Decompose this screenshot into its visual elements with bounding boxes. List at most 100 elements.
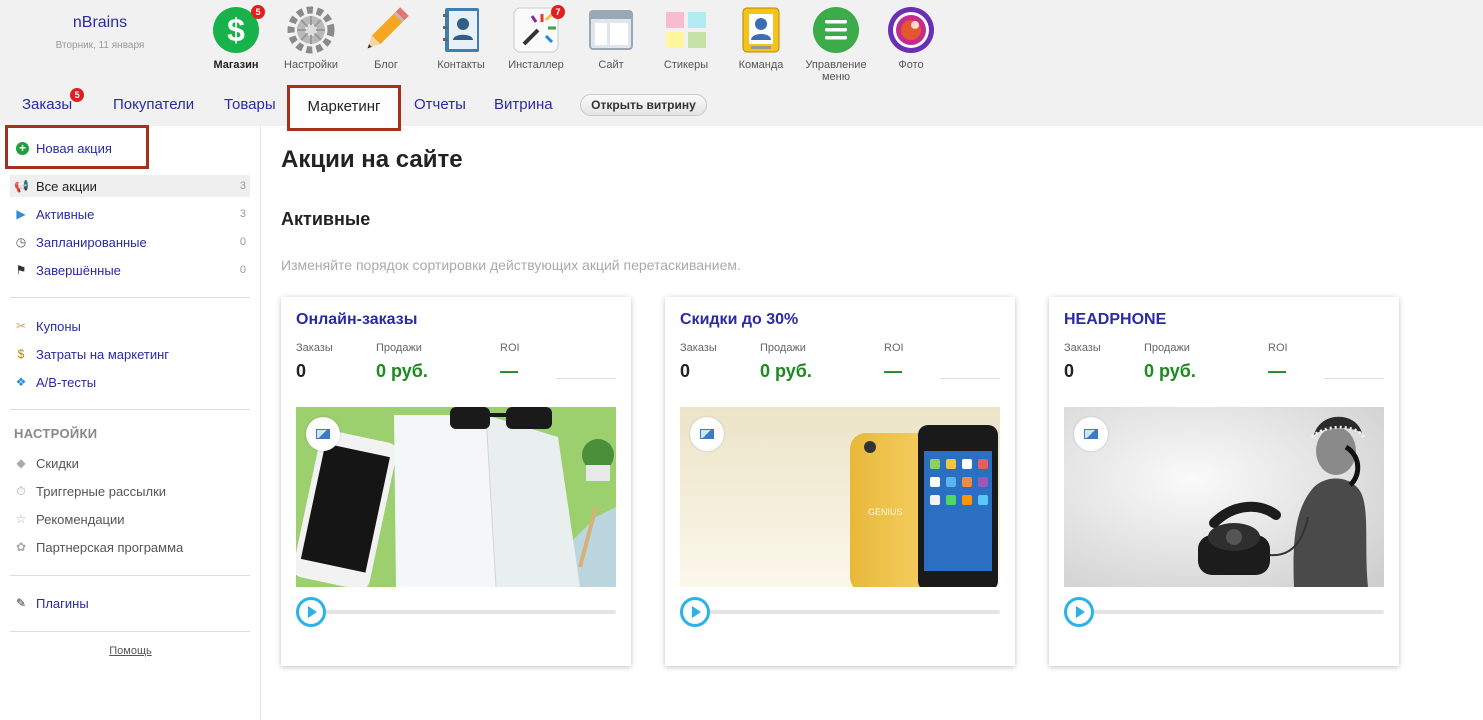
image-upload-button[interactable] xyxy=(690,417,724,451)
promo-card[interactable]: HEADPHONE Заказы Продажи ROI 0 0 руб. — xyxy=(1049,297,1399,666)
app-label: Настройки xyxy=(284,59,338,71)
sidebar-item-finished[interactable]: ⚑ Завершённые 0 xyxy=(10,259,250,281)
page-title: Акции на сайте xyxy=(281,146,463,173)
sidebar-item-scheduled[interactable]: ◷ Запланированные 0 xyxy=(10,231,250,253)
sidebar-item-recommendations[interactable]: ☆ Рекомендации xyxy=(10,508,250,530)
play-icon: ▶ xyxy=(16,207,26,221)
image-icon xyxy=(316,429,330,439)
metric-label-roi: ROI xyxy=(1268,342,1288,354)
tab-marketing[interactable]: Маркетинг xyxy=(287,85,401,131)
tag-icon: ◆ xyxy=(16,456,26,470)
app-settings[interactable]: Настройки xyxy=(273,6,349,71)
app-label: Инсталлер xyxy=(508,59,564,71)
coupon-icon: ✂ xyxy=(15,319,27,333)
tab-reports[interactable]: Отчеты xyxy=(414,96,466,113)
divider xyxy=(10,297,250,298)
app-label: Фото xyxy=(898,59,924,71)
sidebar-item-affiliate[interactable]: ✿ Партнерская программа xyxy=(10,536,250,558)
open-showcase-button[interactable]: Открыть витрину xyxy=(580,94,707,116)
sort-hint: Изменяйте порядок сортировки действующих… xyxy=(281,257,741,273)
sidebar-item-count: 0 xyxy=(239,264,246,276)
app-blog[interactable]: Блог xyxy=(348,6,424,71)
award-icon: ✿ xyxy=(15,540,27,554)
metric-orders-value: 0 xyxy=(296,361,307,381)
app-contacts[interactable]: Контакты xyxy=(423,6,499,71)
shop-badge: 5 xyxy=(251,5,265,19)
promo-card[interactable]: Онлайн-заказы Заказы Продажи ROI 0 0 руб… xyxy=(281,297,631,666)
promo-image xyxy=(1064,407,1384,587)
play-slider-handle[interactable] xyxy=(1064,597,1094,627)
menu-manage-icon xyxy=(812,6,860,54)
tab-customers[interactable]: Покупатели xyxy=(113,96,194,113)
app-stickers[interactable]: Стикеры xyxy=(648,6,724,71)
svg-text:GENIUS: GENIUS xyxy=(868,507,903,517)
divider xyxy=(10,409,250,410)
image-icon xyxy=(700,429,714,439)
play-slider-handle[interactable] xyxy=(296,597,326,627)
sidebar-item-count: 0 xyxy=(239,236,246,248)
finish-flag-icon: ⚑ xyxy=(15,263,27,277)
app-photo[interactable]: Фото xyxy=(873,6,949,71)
metric-label-roi: ROI xyxy=(500,342,520,354)
current-date: Вторник, 11 января xyxy=(55,40,145,51)
metric-label-roi: ROI xyxy=(884,342,904,354)
sidebar-item-label: Партнерская программа xyxy=(36,540,184,555)
roi-sparkline xyxy=(940,378,1000,379)
sidebar-item-count: 3 xyxy=(239,180,246,192)
metric-label-sales: Продажи xyxy=(376,342,422,354)
promo-card[interactable]: Скидки до 30% Заказы Продажи ROI 0 0 руб… xyxy=(665,297,1015,666)
metric-sales-value: 0 руб. xyxy=(760,361,812,381)
image-upload-button[interactable] xyxy=(306,417,340,451)
metric-sales-value: 0 руб. xyxy=(376,361,428,381)
app-site[interactable]: Сайт xyxy=(573,6,649,71)
metric-label-sales: Продажи xyxy=(760,342,806,354)
megaphone-icon: 📢 xyxy=(14,179,29,193)
app-label: Магазин xyxy=(213,59,259,71)
plugin-icon: ✎ xyxy=(15,596,27,610)
section-tabs: Заказы 5 Покупатели Товары Маркетинг Отч… xyxy=(0,85,1000,131)
tab-products[interactable]: Товары xyxy=(224,96,276,113)
promo-image: GENIUS xyxy=(680,407,1000,587)
progress-track xyxy=(1064,610,1384,614)
top-bar: nBrains Вторник, 11 января $ 5 Магазин Н… xyxy=(0,0,1483,131)
app-shop[interactable]: $ 5 Магазин xyxy=(198,5,274,71)
tab-showcase[interactable]: Витрина xyxy=(494,96,553,113)
sidebar-item-ab-tests[interactable]: ❖ A/B-тесты xyxy=(10,371,250,393)
sidebar-item-coupons[interactable]: ✂ Купоны xyxy=(10,315,250,337)
account-brand: nBrains Вторник, 11 января xyxy=(0,14,200,51)
progress-track xyxy=(680,610,1000,614)
play-slider-handle[interactable] xyxy=(680,597,710,627)
sidebar-item-active[interactable]: ▶ Активные 3 xyxy=(10,203,250,225)
metric-label-orders: Заказы xyxy=(296,342,333,354)
sidebar-item-all-promos[interactable]: 📢 Все акции 3 xyxy=(10,175,250,197)
promo-title[interactable]: HEADPHONE xyxy=(1064,311,1166,329)
metric-orders-value: 0 xyxy=(680,361,691,381)
app-team[interactable]: Команда xyxy=(723,6,799,71)
promo-title[interactable]: Скидки до 30% xyxy=(680,311,798,329)
orders-badge: 5 xyxy=(70,88,85,102)
sidebar-item-label: Завершённые xyxy=(36,263,121,278)
sidebar-item-label: Затраты на маркетинг xyxy=(36,347,170,362)
app-menu-manage[interactable]: Управление меню xyxy=(798,6,874,83)
app-installer[interactable]: 7 Инсталлер xyxy=(498,5,574,71)
installer-wand-icon: 7 xyxy=(512,5,565,54)
sidebar-item-discounts[interactable]: ◆ Скидки xyxy=(10,452,250,474)
stickers-icon xyxy=(662,6,710,54)
sidebar-item-label: Плагины xyxy=(36,596,89,611)
account-name[interactable]: nBrains xyxy=(0,14,200,32)
tab-orders[interactable]: Заказы 5 xyxy=(22,88,85,113)
metric-roi-value: — xyxy=(500,361,518,381)
blog-pencil-icon xyxy=(362,6,410,54)
promo-title[interactable]: Онлайн-заказы xyxy=(296,311,417,329)
sidebar-item-plugins[interactable]: ✎ Плагины xyxy=(10,592,250,614)
sidebar-item-trigger-mailings[interactable]: ⏱ Триггерные рассылки xyxy=(10,480,250,502)
sidebar-item-marketing-costs[interactable]: $ Затраты на маркетинг xyxy=(10,343,250,365)
new-promo-label: Новая акция xyxy=(36,141,112,156)
image-upload-button[interactable] xyxy=(1074,417,1108,451)
contacts-book-icon xyxy=(437,6,485,54)
sidebar-item-label: Купоны xyxy=(36,319,81,334)
sidebar-item-label: A/B-тесты xyxy=(36,375,97,390)
site-window-icon xyxy=(587,6,635,54)
new-promo-button[interactable]: + Новая акция xyxy=(5,125,149,169)
help-link[interactable]: Помощь xyxy=(0,645,261,657)
